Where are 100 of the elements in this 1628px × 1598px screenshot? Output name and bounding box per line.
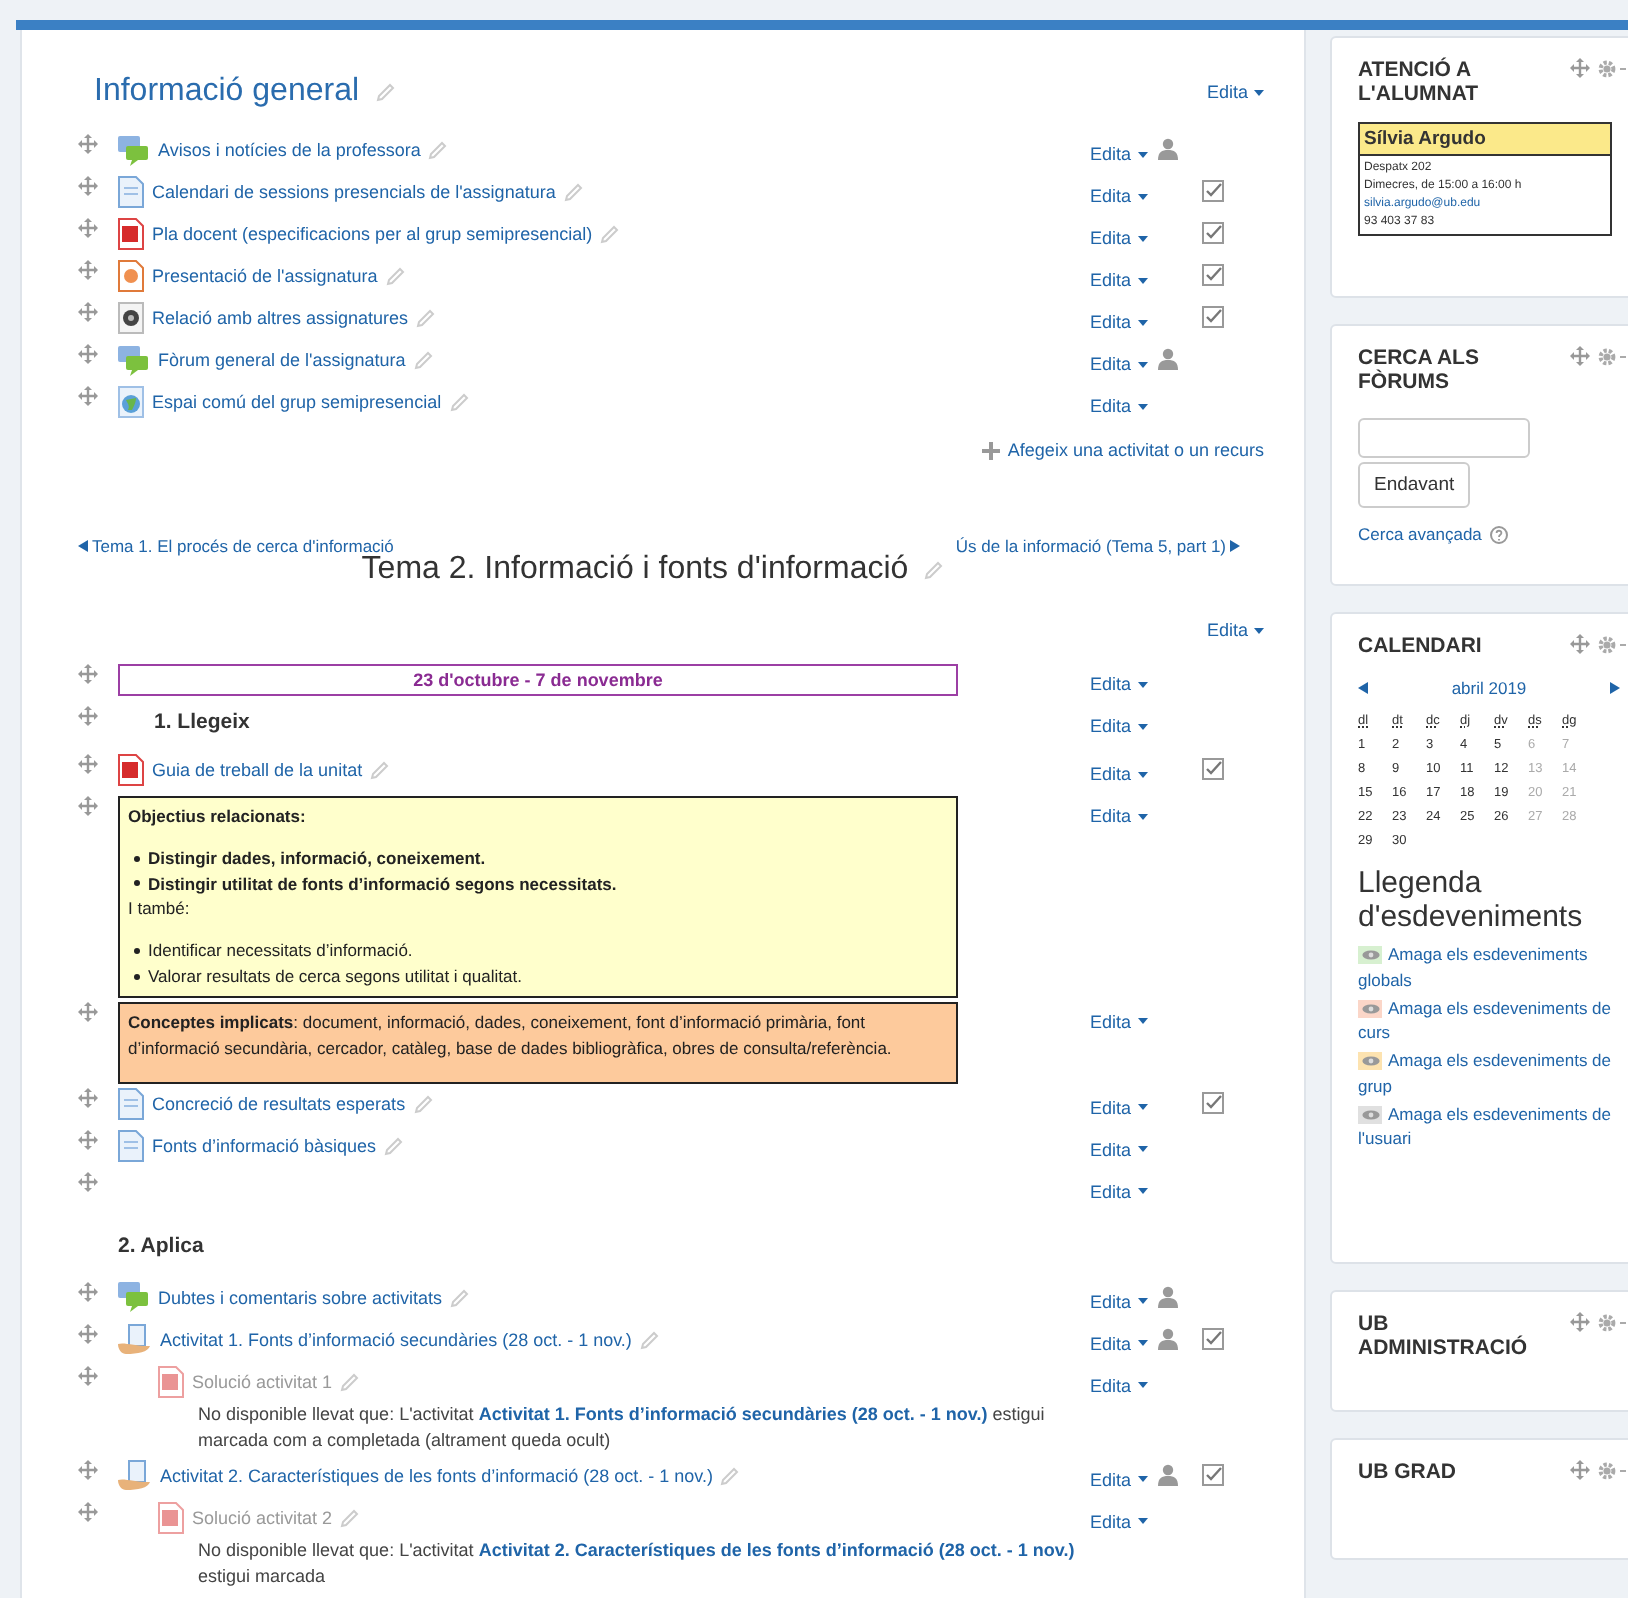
activity-link[interactable]: Activitat 1. Fonts d’informació secundàries (28 oct. - 1 nov.) — [478, 1403, 988, 1424]
add-activity-link[interactable]: Afegeix una activitat o un recurs — [981, 440, 1264, 460]
completion-checkbox[interactable] — [1202, 222, 1224, 244]
move-icon[interactable] — [1570, 346, 1590, 366]
activity-link[interactable]: Activitat 2. Característiques de les fonts d’informació (28 oct. - 1 nov.) — [478, 1539, 1075, 1560]
move-icon[interactable] — [78, 1501, 98, 1522]
pencil-icon[interactable] — [384, 1135, 405, 1156]
move-icon[interactable] — [78, 260, 98, 280]
move-icon[interactable] — [78, 344, 98, 364]
activity-link[interactable]: Fonts d’informació bàsiques — [152, 1135, 377, 1156]
edit-menu-button[interactable]: Edita — [1090, 354, 1148, 374]
move-icon[interactable] — [78, 1129, 98, 1150]
settings-icon[interactable] — [1598, 635, 1628, 653]
move-icon[interactable] — [78, 1001, 98, 1021]
completion-checkbox[interactable] — [1202, 758, 1224, 780]
pencil-icon[interactable] — [600, 224, 621, 244]
edit-menu-button[interactable]: Edita — [1090, 1139, 1148, 1160]
pencil-icon[interactable] — [340, 1507, 361, 1528]
pencil-icon[interactable] — [639, 1329, 660, 1350]
activity-link[interactable]: Presentació de l'assignatura — [152, 266, 378, 286]
activity-link[interactable]: Guia de treball de la unitat — [152, 760, 363, 780]
right-arrow-icon[interactable] — [1610, 682, 1620, 695]
edit-menu-button[interactable]: Edita — [1090, 228, 1148, 248]
move-icon[interactable] — [78, 1459, 98, 1480]
edit-menu-button[interactable]: Edita — [1090, 1291, 1148, 1312]
edit-menu-button[interactable]: Edita — [1090, 1333, 1148, 1354]
month-label[interactable]: abril 2019 — [1451, 678, 1527, 699]
activity-link[interactable]: Espai comú del grup semipresencial — [152, 392, 442, 412]
pencil-icon[interactable] — [450, 1287, 471, 1308]
activity-link[interactable]: Activitat 1. Fonts d’informació secundàries (28 oct. - 1 nov.) — [160, 1329, 632, 1350]
pencil-icon[interactable] — [413, 350, 434, 370]
move-icon[interactable] — [78, 706, 98, 726]
move-icon[interactable] — [1570, 1460, 1590, 1480]
move-icon[interactable] — [78, 1281, 98, 1302]
completion-checkbox[interactable] — [1202, 1091, 1224, 1114]
pencil-icon[interactable] — [428, 140, 449, 160]
activity-link[interactable]: Dubtes i comentaris sobre activitats — [158, 1287, 443, 1308]
move-icon[interactable] — [78, 796, 98, 816]
legend-link[interactable]: Amaga els esdeveniments de l'usuari — [1358, 1101, 1628, 1153]
move-icon[interactable] — [1570, 634, 1590, 654]
activity-link[interactable]: Activitat 2. Característiques de les fonts d’informació (28 oct. - 1 nov.) — [160, 1465, 713, 1486]
activity-link[interactable]: Concreció de resultats esperats — [152, 1093, 406, 1114]
pencil-icon[interactable] — [413, 1093, 434, 1114]
completion-checkbox[interactable] — [1202, 180, 1224, 202]
edit-menu-button[interactable]: Edita — [1090, 764, 1148, 784]
edit-menu-button[interactable]: Edita — [1090, 674, 1148, 694]
activity-link[interactable]: Pla docent (especificacions per al grup semipresencial) — [152, 224, 593, 244]
move-icon[interactable] — [78, 1323, 98, 1344]
advanced-search-link[interactable]: Cerca avançada — [1358, 524, 1508, 545]
pencil-icon[interactable] — [385, 266, 406, 286]
previous-section-link[interactable]: Tema 1. El procés de cerca d'informació — [78, 536, 394, 556]
edit-menu-button[interactable]: Edita — [1206, 82, 1264, 102]
pencil-icon[interactable] — [563, 182, 584, 202]
move-icon[interactable] — [78, 754, 98, 774]
settings-icon[interactable] — [1598, 1313, 1628, 1331]
pencil-icon[interactable] — [449, 392, 470, 412]
edit-menu-button[interactable]: Edita — [1090, 1511, 1148, 1532]
edit-menu-button[interactable]: Edita — [1090, 1375, 1148, 1396]
settings-icon[interactable] — [1598, 59, 1628, 77]
edit-menu-button[interactable]: Edita — [1090, 1469, 1148, 1490]
edit-menu-button[interactable]: Edita — [1090, 1181, 1148, 1202]
move-icon[interactable] — [78, 134, 98, 154]
settings-icon[interactable] — [1598, 347, 1628, 365]
activity-link[interactable]: Avisos i notícies de la professora — [158, 140, 421, 160]
pencil-icon[interactable] — [924, 560, 945, 580]
legend-link[interactable]: Amaga els esdeveniments de curs — [1358, 995, 1628, 1047]
pencil-icon[interactable] — [416, 308, 437, 328]
move-icon[interactable] — [78, 218, 98, 238]
edit-menu-button[interactable]: Edita — [1090, 1097, 1148, 1118]
edit-menu-button[interactable]: Edita — [1206, 620, 1264, 640]
right-arrow-icon[interactable] — [1230, 540, 1240, 552]
completion-checkbox[interactable] — [1202, 1327, 1224, 1350]
legend-link[interactable]: Amaga els esdeveniments de grup — [1358, 1048, 1628, 1100]
completion-checkbox[interactable] — [1202, 264, 1224, 286]
move-icon[interactable] — [1570, 1312, 1590, 1332]
completion-checkbox[interactable] — [1202, 306, 1224, 328]
search-field[interactable] — [1358, 418, 1530, 459]
legend-link[interactable]: Amaga els esdeveniments globals — [1358, 942, 1628, 994]
edit-menu-button[interactable]: Edita — [1090, 144, 1148, 164]
edit-menu-button[interactable]: Edita — [1090, 186, 1148, 206]
left-arrow-icon[interactable] — [1358, 682, 1368, 695]
move-icon[interactable] — [78, 664, 98, 684]
go-button[interactable]: Endavant — [1358, 462, 1471, 509]
move-icon[interactable] — [1570, 58, 1590, 78]
activity-link[interactable]: Fòrum general de l'assignatura — [158, 350, 406, 370]
move-icon[interactable] — [78, 386, 98, 406]
move-icon[interactable] — [78, 176, 98, 196]
edit-menu-button[interactable]: Edita — [1090, 716, 1148, 736]
settings-icon[interactable] — [1598, 1461, 1628, 1479]
edit-menu-button[interactable]: Edita — [1090, 1011, 1148, 1031]
activity-link[interactable]: Calendari de sessions presencials de l'assignatura — [152, 182, 556, 202]
pencil-icon[interactable] — [375, 82, 396, 102]
left-arrow-icon[interactable] — [78, 540, 88, 552]
next-section-link[interactable]: Ús de la informació (Tema 5, part 1) — [955, 536, 1240, 556]
completion-checkbox[interactable] — [1202, 1463, 1224, 1486]
move-icon[interactable] — [78, 1365, 98, 1386]
pencil-icon[interactable] — [370, 760, 391, 780]
pencil-icon[interactable] — [340, 1371, 361, 1392]
move-icon[interactable] — [78, 302, 98, 322]
edit-menu-button[interactable]: Edita — [1090, 312, 1148, 332]
